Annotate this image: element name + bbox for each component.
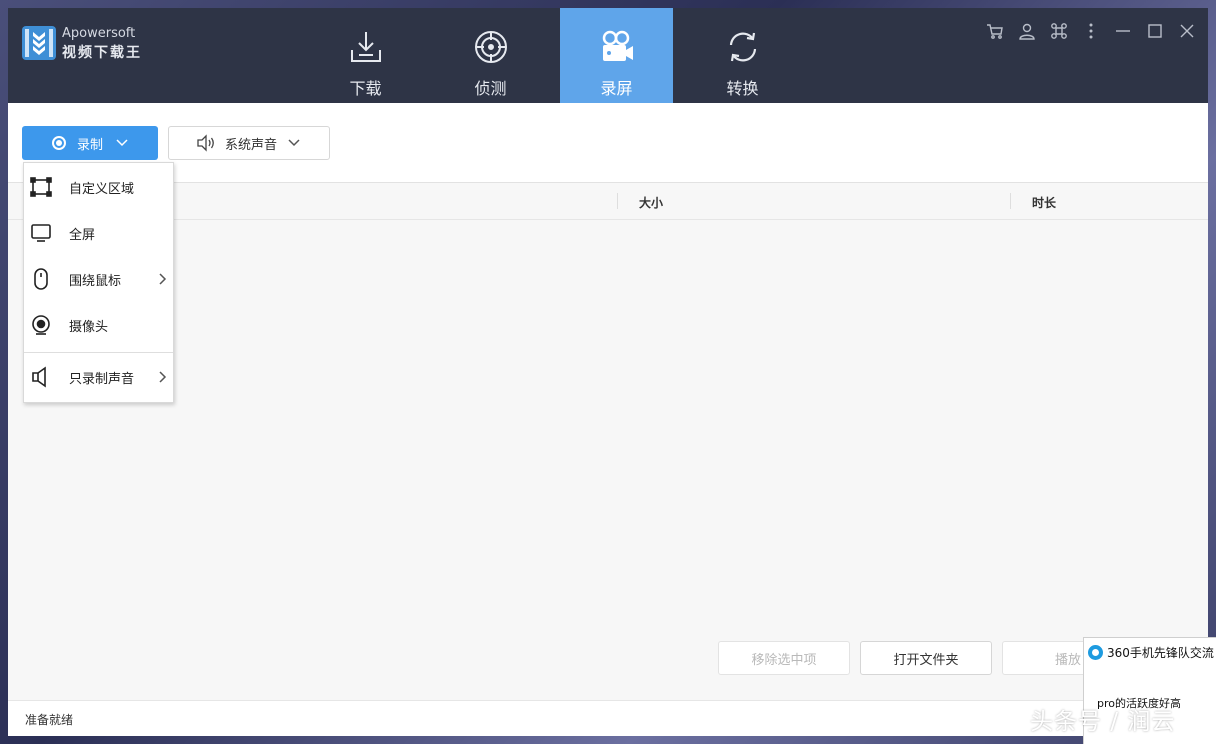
record-label: 录制 — [77, 137, 104, 153]
close-icon — [1180, 24, 1194, 38]
tab-detect[interactable]: 侦测 — [434, 8, 547, 103]
video-camera-icon — [602, 30, 633, 61]
title-bar: Apowersoft 视频下载王 下载 侦测 录屏 转换 — [8, 8, 1208, 103]
close-button[interactable] — [1176, 20, 1198, 42]
chevron-right-icon — [159, 371, 167, 383]
cart-button[interactable] — [984, 20, 1006, 42]
tab-convert[interactable]: 转换 — [686, 8, 799, 103]
group-avatar-icon — [1088, 645, 1103, 660]
tab-detect-label: 侦测 — [474, 79, 507, 98]
record-icon — [52, 136, 66, 150]
menu-item-label: 摄像头 — [69, 319, 109, 335]
menu-item-label: 自定义区域 — [69, 181, 135, 197]
menu-item-around-mouse[interactable]: 围绕鼠标 — [24, 259, 173, 299]
minimize-icon — [1116, 30, 1130, 32]
user-icon — [1019, 23, 1035, 40]
menu-item-custom-region[interactable]: 自定义区域 — [24, 167, 173, 207]
recording-list — [8, 221, 1208, 631]
speaker-icon — [197, 134, 214, 152]
tab-download[interactable]: 下载 — [309, 8, 422, 103]
convert-icon — [729, 32, 756, 62]
record-mode-menu: 自定义区域 全屏 围绕鼠标 摄像头 只录制声音 — [23, 162, 174, 403]
mouse-icon — [30, 268, 52, 290]
chevron-down-icon — [288, 139, 300, 147]
sound-source-label: 系统声音 — [225, 137, 278, 153]
menu-item-label: 只录制声音 — [69, 371, 135, 387]
remove-selected-button[interactable]: 移除选中项 — [718, 641, 850, 675]
action-bar: 移除选中项 打开文件夹 播放 — [8, 641, 1208, 677]
column-duration[interactable]: 时长 — [1032, 194, 1056, 211]
column-divider — [1010, 193, 1011, 209]
chevron-right-icon — [159, 273, 167, 285]
monitor-icon — [30, 222, 52, 244]
window-controls — [984, 20, 1198, 42]
status-bar: 准备就绪 — [8, 700, 1208, 736]
app-window: Apowersoft 视频下载王 下载 侦测 录屏 转换 录制 系统声音 大小 … — [8, 8, 1208, 736]
record-button[interactable]: 录制 — [22, 126, 158, 160]
maximize-icon — [1148, 24, 1162, 38]
app-logo-icon — [22, 26, 56, 60]
popup-header: 360手机先锋队交流 — [1088, 644, 1214, 661]
watermark: 头条号 / 润云 — [1030, 709, 1176, 735]
speaker-icon — [30, 366, 52, 388]
more-button[interactable] — [1080, 20, 1102, 42]
command-icon — [1051, 23, 1067, 39]
brand-name-en: Apowersoft — [62, 26, 136, 41]
brand-name-cn: 视频下载王 — [62, 45, 142, 61]
tab-record-screen-label: 录屏 — [600, 79, 633, 98]
tab-download-label: 下载 — [349, 79, 382, 98]
menu-item-fullscreen[interactable]: 全屏 — [24, 213, 173, 253]
brand: Apowersoft 视频下载王 — [62, 26, 142, 62]
maximize-button[interactable] — [1144, 20, 1166, 42]
download-icon — [350, 32, 381, 62]
command-button[interactable] — [1048, 20, 1070, 42]
tab-convert-label: 转换 — [726, 79, 759, 98]
table-header: 大小 时长 — [8, 183, 1208, 220]
column-size[interactable]: 大小 — [639, 194, 663, 211]
minimize-button[interactable] — [1112, 20, 1134, 42]
tab-record-screen[interactable]: 录屏 — [560, 8, 673, 103]
popup-title: 360手机先锋队交流 — [1107, 646, 1214, 660]
menu-item-webcam[interactable]: 摄像头 — [24, 305, 173, 345]
menu-item-audio-only[interactable]: 只录制声音 — [24, 357, 173, 397]
user-button[interactable] — [1016, 20, 1038, 42]
sound-source-select[interactable]: 系统声音 — [168, 126, 330, 160]
chevron-down-icon — [116, 139, 128, 147]
menu-divider — [24, 352, 173, 353]
webcam-icon — [30, 314, 52, 336]
custom-region-icon — [30, 176, 52, 198]
cart-icon — [987, 24, 1003, 39]
toolbar: 录制 系统声音 — [8, 103, 1208, 183]
menu-item-label: 围绕鼠标 — [69, 273, 122, 289]
menu-item-label: 全屏 — [69, 227, 96, 243]
open-folder-button[interactable]: 打开文件夹 — [860, 641, 992, 675]
detect-icon — [474, 31, 507, 63]
column-divider — [617, 193, 618, 209]
more-icon — [1089, 23, 1093, 39]
status-text: 准备就绪 — [25, 713, 74, 727]
